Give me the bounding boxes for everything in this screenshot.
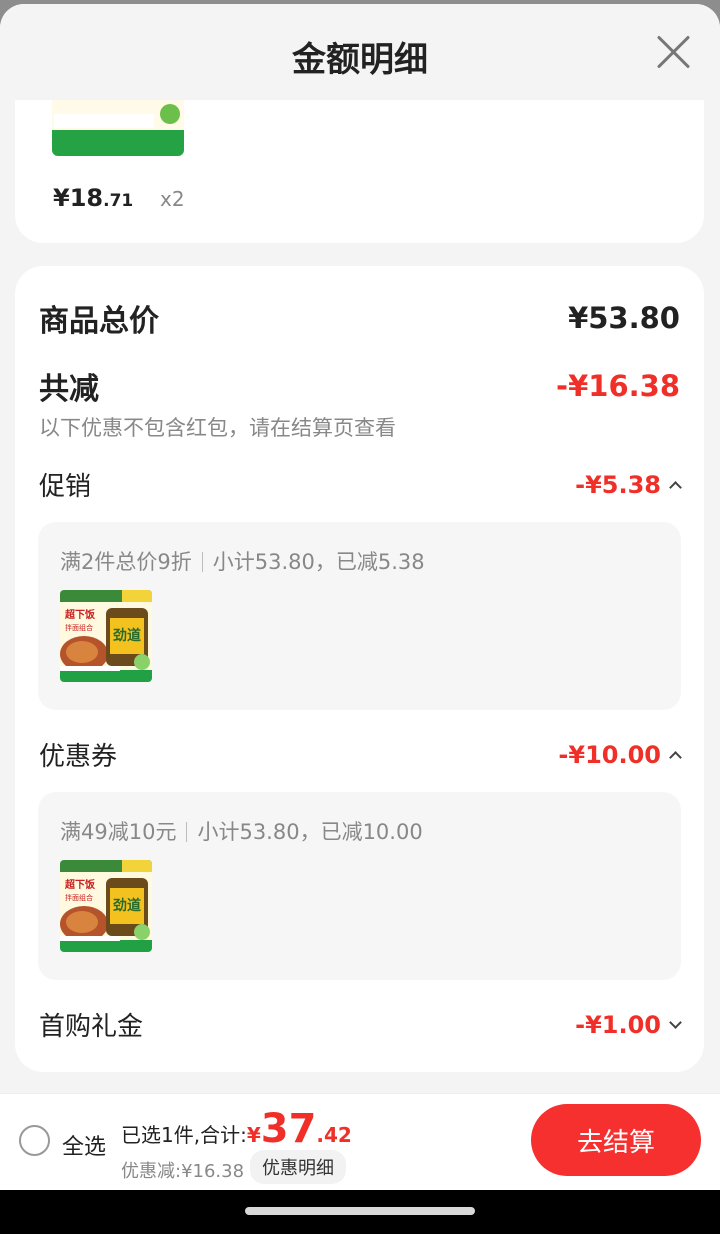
total-reduce-label: 共减 <box>39 372 99 407</box>
svg-text:拌面组合: 拌面组合 <box>65 623 93 632</box>
selected-count-text: 已选1件,合计: <box>121 1123 247 1147</box>
promotion-label: 促销 <box>39 472 92 502</box>
coupon-subtotal: 小计53.80，已减10.00 <box>197 820 423 844</box>
svg-text:劲道: 劲道 <box>112 897 141 914</box>
discount-summary: 优惠减:¥16.38 <box>121 1161 245 1182</box>
checkout-bar: 全选 已选1件,合计: ¥37.42 优惠减:¥16.38 优惠明细 去结算 <box>0 1093 720 1190</box>
first-purchase-value: -¥1.00 <box>575 1010 682 1039</box>
divider <box>186 822 188 842</box>
first-purchase-label: 首购礼金 <box>39 1012 144 1042</box>
discount-note: 以下优惠不包含红包，请在结算页查看 <box>39 416 396 440</box>
total-price-value: ¥53.80 <box>568 301 680 335</box>
item-unit-price: ¥18.71 <box>53 184 133 212</box>
total-price-label: 商品总价 <box>39 304 159 339</box>
price-summary-card: 商品总价 ¥53.80 共减 -¥16.38 以下优惠不包含红包，请在结算页查看… <box>15 266 704 1072</box>
divider <box>201 552 203 572</box>
chevron-up-icon[interactable] <box>669 481 682 494</box>
coupon-amount: -¥10.00 <box>558 740 661 769</box>
select-all-radio[interactable] <box>19 1125 50 1156</box>
first-purchase-row[interactable]: 首购礼金 -¥1.00 <box>39 1006 682 1043</box>
coupon-rule: 满49减10元 <box>60 820 177 844</box>
item-price-dec: .71 <box>103 191 134 211</box>
total-yen: ¥ <box>246 1123 261 1147</box>
promotion-detail-text: 满2件总价9折 小计53.80，已减5.38 <box>60 546 425 576</box>
total-reduce-value: -¥16.38 <box>556 369 680 403</box>
svg-text:超下饭: 超下饭 <box>64 608 95 621</box>
first-purchase-amount: -¥1.00 <box>575 1010 661 1039</box>
svg-text:超下饭: 超下饭 <box>64 878 95 891</box>
coupon-detail-text: 满49减10元 小计53.80，已减10.00 <box>60 816 423 846</box>
coupon-detail-box: 满49减10元 小计53.80，已减10.00 超下饭 拌面组合 劲道 <box>38 792 681 980</box>
promotion-rule: 满2件总价9折 <box>60 550 192 574</box>
selected-total: 已选1件,合计: ¥37.42 <box>121 1106 352 1152</box>
total-int: 37 <box>260 1106 317 1152</box>
chevron-up-icon[interactable] <box>669 751 682 764</box>
checkout-button[interactable]: 去结算 <box>531 1104 701 1176</box>
sheet-header: 金额明细 <box>0 4 720 100</box>
promotion-row[interactable]: 促销 -¥5.38 <box>39 466 682 503</box>
item-price-int: ¥18 <box>53 184 104 212</box>
promotion-value: -¥5.38 <box>575 470 682 499</box>
sheet-title: 金额明细 <box>292 40 428 80</box>
total-reduce-row: 共减 -¥16.38 <box>39 364 680 408</box>
item-quantity: x2 <box>160 187 185 211</box>
discount-detail-button[interactable]: 优惠明细 <box>250 1150 346 1184</box>
coupon-row[interactable]: 优惠券 -¥10.00 <box>39 736 682 773</box>
amount-detail-sheet: ¥18.71 x2 金额明细 商品总价 ¥53.80 共减 -¥16.38 以下… <box>0 4 720 1190</box>
chevron-down-icon[interactable] <box>669 1016 682 1029</box>
total-price-row: 商品总价 ¥53.80 <box>39 296 680 340</box>
home-indicator[interactable] <box>245 1207 475 1215</box>
promotion-detail-box: 满2件总价9折 小计53.80，已减5.38 超下饭 拌面组合 劲道 <box>38 522 681 710</box>
promotion-subtotal: 小计53.80，已减5.38 <box>212 550 425 574</box>
svg-text:劲道: 劲道 <box>112 627 141 644</box>
total-dec: .42 <box>316 1123 352 1147</box>
product-thumbnail[interactable]: 超下饭 拌面组合 劲道 <box>60 860 152 952</box>
svg-text:拌面组合: 拌面组合 <box>65 893 93 902</box>
product-thumbnail[interactable]: 超下饭 拌面组合 劲道 <box>60 590 152 682</box>
coupon-value: -¥10.00 <box>558 740 682 769</box>
system-nav-bar <box>0 1190 720 1234</box>
promotion-amount: -¥5.38 <box>575 470 661 499</box>
coupon-label: 优惠券 <box>39 742 118 772</box>
close-icon[interactable] <box>656 34 692 70</box>
select-all-label[interactable]: 全选 <box>62 1129 106 1161</box>
